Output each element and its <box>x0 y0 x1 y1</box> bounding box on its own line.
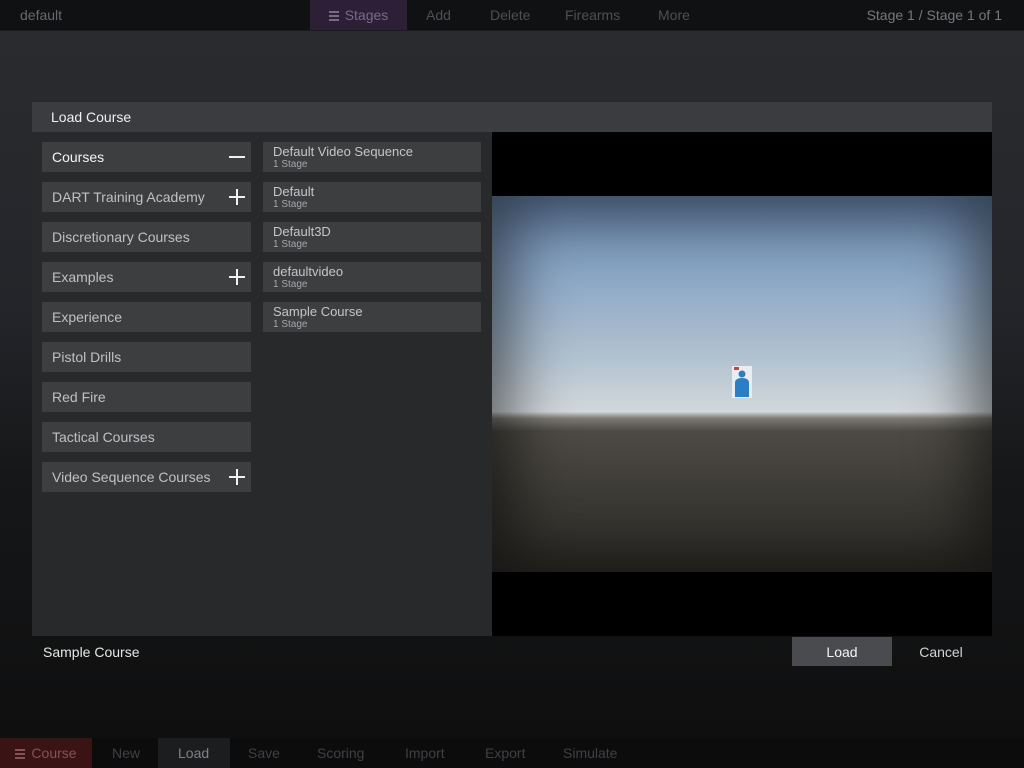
category-label: Video Sequence Courses <box>52 469 211 485</box>
load-course-dialog: Load Course Courses DART Training Academ… <box>32 102 992 636</box>
more-button[interactable]: More <box>658 7 690 23</box>
course-stage-count: 1 Stage <box>273 159 308 170</box>
course-item-selected[interactable]: Sample Course 1 Stage <box>263 302 481 332</box>
scoring-button[interactable]: Scoring <box>317 745 364 761</box>
course-label: Course <box>31 745 77 761</box>
course-name: Sample Course <box>273 304 363 319</box>
stage-indicator: Stage 1 / Stage 1 of 1 <box>866 7 1002 23</box>
import-button[interactable]: Import <box>405 745 445 761</box>
simulate-button[interactable]: Simulate <box>563 745 617 761</box>
preview-vignette <box>492 196 992 572</box>
plus-icon[interactable] <box>229 189 245 205</box>
course-item[interactable]: Default3D 1 Stage <box>263 222 481 252</box>
course-item[interactable]: defaultvideo 1 Stage <box>263 262 481 292</box>
category-pistol-drills[interactable]: Pistol Drills <box>42 342 251 372</box>
stages-menu-button[interactable]: Stages <box>310 0 407 30</box>
course-menu-button[interactable]: Course <box>0 738 92 768</box>
course-name: Default3D <box>273 224 331 239</box>
category-tactical-courses[interactable]: Tactical Courses <box>42 422 251 452</box>
dialog-title: Load Course <box>51 109 132 125</box>
plus-icon[interactable] <box>229 269 245 285</box>
course-preview <box>492 132 992 636</box>
course-name: defaultvideo <box>273 264 344 279</box>
category-dart-training-academy[interactable]: DART Training Academy <box>42 182 251 212</box>
category-label: Pistol Drills <box>52 349 122 365</box>
course-name: Default Video Sequence <box>273 144 413 159</box>
category-label: Tactical Courses <box>52 429 155 445</box>
plus-icon[interactable] <box>229 469 245 485</box>
category-red-fire[interactable]: Red Fire <box>42 382 251 412</box>
course-item[interactable]: Default 1 Stage <box>263 182 481 212</box>
project-name: default <box>20 7 63 23</box>
add-button[interactable]: Add <box>426 7 451 23</box>
top-toolbar: default Stages Add Delete Firearms More … <box>0 0 1024 31</box>
category-label: Experience <box>52 309 123 325</box>
new-button[interactable]: New <box>112 745 140 761</box>
category-examples[interactable]: Examples <box>42 262 251 292</box>
cancel-button[interactable]: Cancel <box>891 637 991 666</box>
category-discretionary-courses[interactable]: Discretionary Courses <box>42 222 251 252</box>
minus-icon[interactable] <box>229 149 245 165</box>
category-video-sequence-courses[interactable]: Video Sequence Courses <box>42 462 251 492</box>
menu-icon <box>15 748 26 759</box>
export-button[interactable]: Export <box>485 745 525 761</box>
category-label: Red Fire <box>52 389 106 405</box>
course-browser: Courses DART Training Academy Discretion… <box>32 132 492 636</box>
course-stage-count: 1 Stage <box>273 319 308 330</box>
firearms-button[interactable]: Firearms <box>565 7 620 23</box>
save-button[interactable]: Save <box>248 745 280 761</box>
menu-icon <box>328 10 339 21</box>
category-experience[interactable]: Experience <box>42 302 251 332</box>
preview-scene <box>492 196 992 572</box>
course-stage-count: 1 Stage <box>273 279 308 290</box>
course-item[interactable]: Default Video Sequence 1 Stage <box>263 142 481 172</box>
category-label: Examples <box>52 269 114 285</box>
bottom-toolbar: Course New Load Save Scoring Import Expo… <box>0 738 1024 768</box>
dialog-header: Load Course <box>32 102 992 132</box>
stages-label: Stages <box>344 7 389 23</box>
category-label: Courses <box>52 149 105 165</box>
category-courses[interactable]: Courses <box>42 142 251 172</box>
course-stage-count: 1 Stage <box>273 199 308 210</box>
load-button[interactable]: Load <box>792 637 892 666</box>
selected-course-name: Sample Course <box>43 644 140 660</box>
course-stage-count: 1 Stage <box>273 239 308 250</box>
category-label: DART Training Academy <box>52 189 205 205</box>
load-tab-button[interactable]: Load <box>178 745 209 761</box>
delete-button[interactable]: Delete <box>490 7 530 23</box>
course-name: Default <box>273 184 315 199</box>
category-label: Discretionary Courses <box>52 229 190 245</box>
